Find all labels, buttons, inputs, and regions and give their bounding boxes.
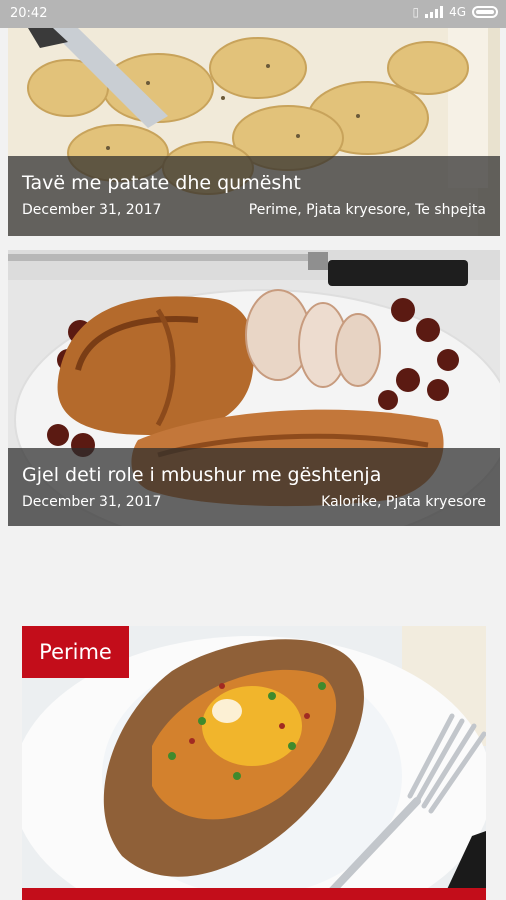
featured-post[interactable]: Perime [22,626,486,900]
post-title[interactable]: Tavë me patate dhe qumësht [22,172,301,194]
status-icons: ▯ 4G [412,5,498,19]
accent-bar [22,888,486,900]
category-badge[interactable]: Perime [22,626,129,678]
post-date: December 31, 2017 [22,202,162,218]
post-info: Gjel deti role i mbushur me gështenja De… [8,448,500,526]
post-card[interactable]: Tavë me patate dhe qumësht December 31, … [8,28,500,236]
signal-icon [425,6,444,18]
network-type: 4G [449,5,466,19]
post-title[interactable]: Gjel deti role i mbushur me gështenja [22,464,381,486]
post-categories[interactable]: Perime, Pjata kryesore, Te shpejta [249,202,486,218]
status-bar: 20:42 ▯ 4G [0,0,506,28]
post-date: December 31, 2017 [22,494,162,510]
battery-icon [472,6,498,18]
post-categories[interactable]: Kalorike, Pjata kryesore [321,494,486,510]
status-time: 20:42 [10,6,48,21]
post-card[interactable]: Gjel deti role i mbushur me gështenja De… [8,250,500,526]
vibrate-icon: ▯ [412,5,420,19]
post-info: Tavë me patate dhe qumësht December 31, … [8,156,500,236]
